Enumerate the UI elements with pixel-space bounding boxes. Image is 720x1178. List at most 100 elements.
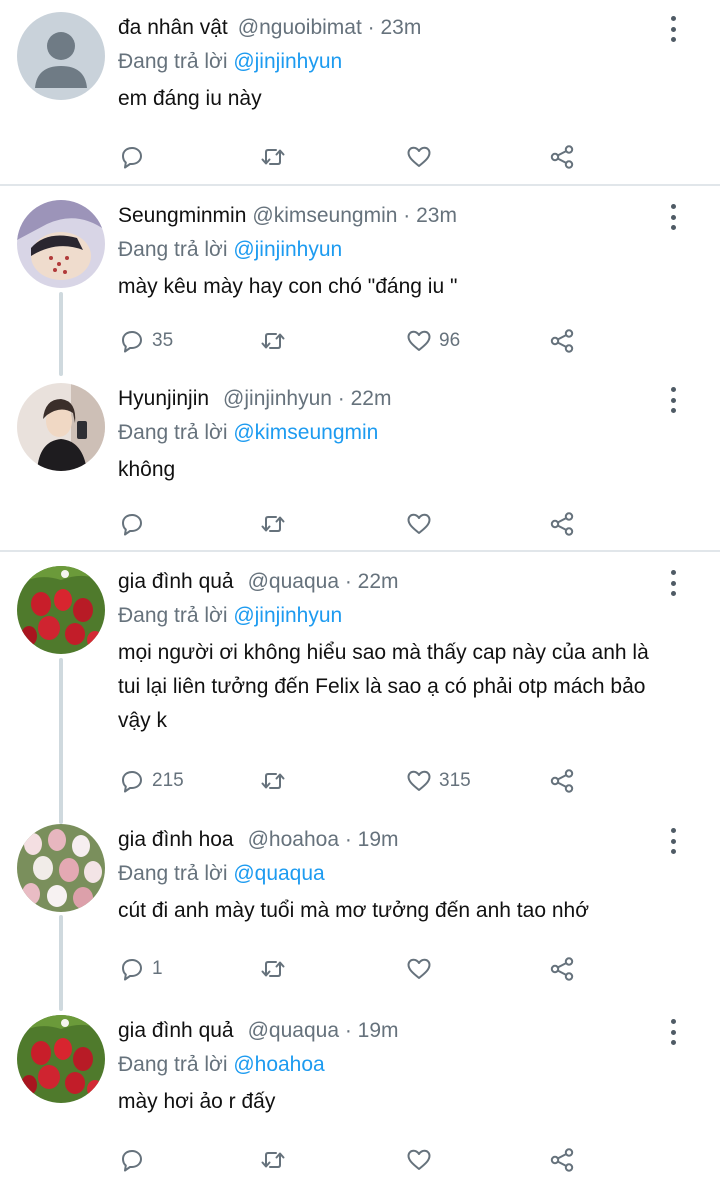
replying-to: Đang trả lời @jinjinhyun xyxy=(118,604,342,628)
share-button[interactable] xyxy=(548,766,576,796)
more-options-icon[interactable] xyxy=(662,16,684,42)
mention-link[interactable]: @jinjinhyun xyxy=(233,50,342,73)
tweet-header: gia đình quả @quaqua · 19m xyxy=(118,1019,399,1043)
divider xyxy=(0,184,720,186)
share-button[interactable] xyxy=(548,142,576,172)
reply-button[interactable] xyxy=(118,142,152,172)
user-handle[interactable]: @nguoibimat xyxy=(238,16,362,39)
reply-button[interactable] xyxy=(118,509,152,539)
reply-feed: đa nhân vật @nguoibimat · 23m Đang trả lờ… xyxy=(0,0,720,1178)
replying-prefix: Đang trả lời xyxy=(118,50,228,73)
heart-icon xyxy=(405,327,433,355)
share-button[interactable] xyxy=(548,326,576,356)
user-handle[interactable]: @quaqua xyxy=(248,1019,339,1042)
timestamp[interactable]: · 19m xyxy=(345,1019,399,1042)
tweet[interactable]: Seungminmin @kimseungmin · 23m Đang trả l… xyxy=(0,188,720,368)
tweet[interactable]: đa nhân vật @nguoibimat · 23m Đang trả lờ… xyxy=(0,0,720,184)
tweet[interactable]: gia đình hoa @hoahoa · 19m Đang trả lời @… xyxy=(0,812,720,998)
user-handle[interactable]: @quaqua xyxy=(248,570,339,593)
tweet[interactable]: Hyunjinjin @jinjinhyun · 22m Đang trả lời… xyxy=(0,371,720,551)
display-name[interactable]: đa nhân vật xyxy=(118,16,228,39)
user-handle[interactable]: @kimseungmin xyxy=(252,204,397,227)
timestamp[interactable]: · 23m xyxy=(368,16,422,39)
reply-button[interactable] xyxy=(118,1145,152,1175)
like-count: 96 xyxy=(439,330,461,351)
share-button[interactable] xyxy=(548,954,576,984)
retweet-button[interactable] xyxy=(259,326,287,356)
action-bar: 35 96 xyxy=(118,326,598,356)
tweet[interactable]: gia đình quả @quaqua · 19m Đang trả lời @… xyxy=(0,1003,720,1178)
reply-button[interactable]: 1 xyxy=(118,954,163,984)
user-handle[interactable]: @hoahoa xyxy=(248,828,339,851)
avatar[interactable] xyxy=(17,200,105,288)
heart-icon xyxy=(405,143,433,171)
avatar[interactable] xyxy=(17,383,105,471)
reply-count: 1 xyxy=(152,958,163,979)
more-options-icon[interactable] xyxy=(662,387,684,413)
replying-to: Đang trả lời @quaqua xyxy=(118,862,325,886)
retweet-icon xyxy=(259,143,287,171)
mention-link[interactable]: @kimseungmin xyxy=(233,421,378,444)
mention-link[interactable]: @quaqua xyxy=(233,862,324,885)
action-bar: 1 xyxy=(118,954,598,984)
reply-button[interactable]: 215 xyxy=(118,766,184,796)
mention-link[interactable]: @jinjinhyun xyxy=(233,604,342,627)
reply-button[interactable]: 35 xyxy=(118,326,173,356)
timestamp[interactable]: · 23m xyxy=(403,204,457,227)
action-bar: 215 315 xyxy=(118,766,598,796)
action-bar xyxy=(118,509,598,539)
replying-prefix: Đang trả lời xyxy=(118,1053,228,1076)
timestamp[interactable]: · 22m xyxy=(338,387,392,410)
share-icon xyxy=(548,327,576,355)
like-button[interactable] xyxy=(405,509,439,539)
like-button[interactable] xyxy=(405,142,439,172)
tweet[interactable]: gia đình quả @quaqua · 22m Đang trả lời @… xyxy=(0,554,720,812)
avatar[interactable] xyxy=(17,1015,105,1103)
like-button[interactable]: 96 xyxy=(405,326,460,356)
retweet-icon xyxy=(259,767,287,795)
more-options-icon[interactable] xyxy=(662,828,684,854)
display-name[interactable]: gia đình hoa xyxy=(118,828,234,851)
heart-icon xyxy=(405,955,433,983)
tweet-text: mày kêu mày hay con chó "đáng iu " xyxy=(118,275,458,298)
replying-to: Đang trả lời @jinjinhyun xyxy=(118,238,342,262)
more-options-icon[interactable] xyxy=(662,1019,684,1045)
share-button[interactable] xyxy=(548,509,576,539)
timestamp[interactable]: · 22m xyxy=(345,570,399,593)
user-handle[interactable]: @jinjinhyun xyxy=(223,387,332,410)
retweet-icon xyxy=(259,510,287,538)
action-bar xyxy=(118,1145,598,1175)
mention-link[interactable]: @hoahoa xyxy=(233,1053,324,1076)
like-button[interactable]: 315 xyxy=(405,766,471,796)
timestamp[interactable]: · 19m xyxy=(345,828,399,851)
more-options-icon[interactable] xyxy=(662,570,684,596)
share-icon xyxy=(548,955,576,983)
share-icon xyxy=(548,767,576,795)
replying-to: Đang trả lời @kimseungmin xyxy=(118,421,378,445)
like-button[interactable] xyxy=(405,1145,439,1175)
display-name[interactable]: gia đình quả xyxy=(118,570,234,593)
replying-prefix: Đang trả lời xyxy=(118,238,228,261)
display-name[interactable]: Seungminmin xyxy=(118,204,246,227)
mention-link[interactable]: @jinjinhyun xyxy=(233,238,342,261)
retweet-button[interactable] xyxy=(259,1145,287,1175)
display-name[interactable]: gia đình quả xyxy=(118,1019,234,1042)
retweet-button[interactable] xyxy=(259,142,287,172)
like-button[interactable] xyxy=(405,954,439,984)
retweet-button[interactable] xyxy=(259,954,287,984)
display-name[interactable]: Hyunjinjin xyxy=(118,387,209,410)
more-options-icon[interactable] xyxy=(662,204,684,230)
share-button[interactable] xyxy=(548,1145,576,1175)
reply-count: 215 xyxy=(152,770,184,791)
avatar[interactable] xyxy=(17,12,105,100)
reply-count: 35 xyxy=(152,330,174,351)
replying-to: Đang trả lời @hoahoa xyxy=(118,1053,325,1077)
avatar[interactable] xyxy=(17,824,105,912)
share-icon xyxy=(548,143,576,171)
avatar[interactable] xyxy=(17,566,105,654)
tweet-header: Seungminmin @kimseungmin · 23m xyxy=(118,204,457,228)
retweet-button[interactable] xyxy=(259,509,287,539)
retweet-icon xyxy=(259,327,287,355)
tweet-text: em đáng iu này xyxy=(118,87,262,110)
retweet-button[interactable] xyxy=(259,766,287,796)
